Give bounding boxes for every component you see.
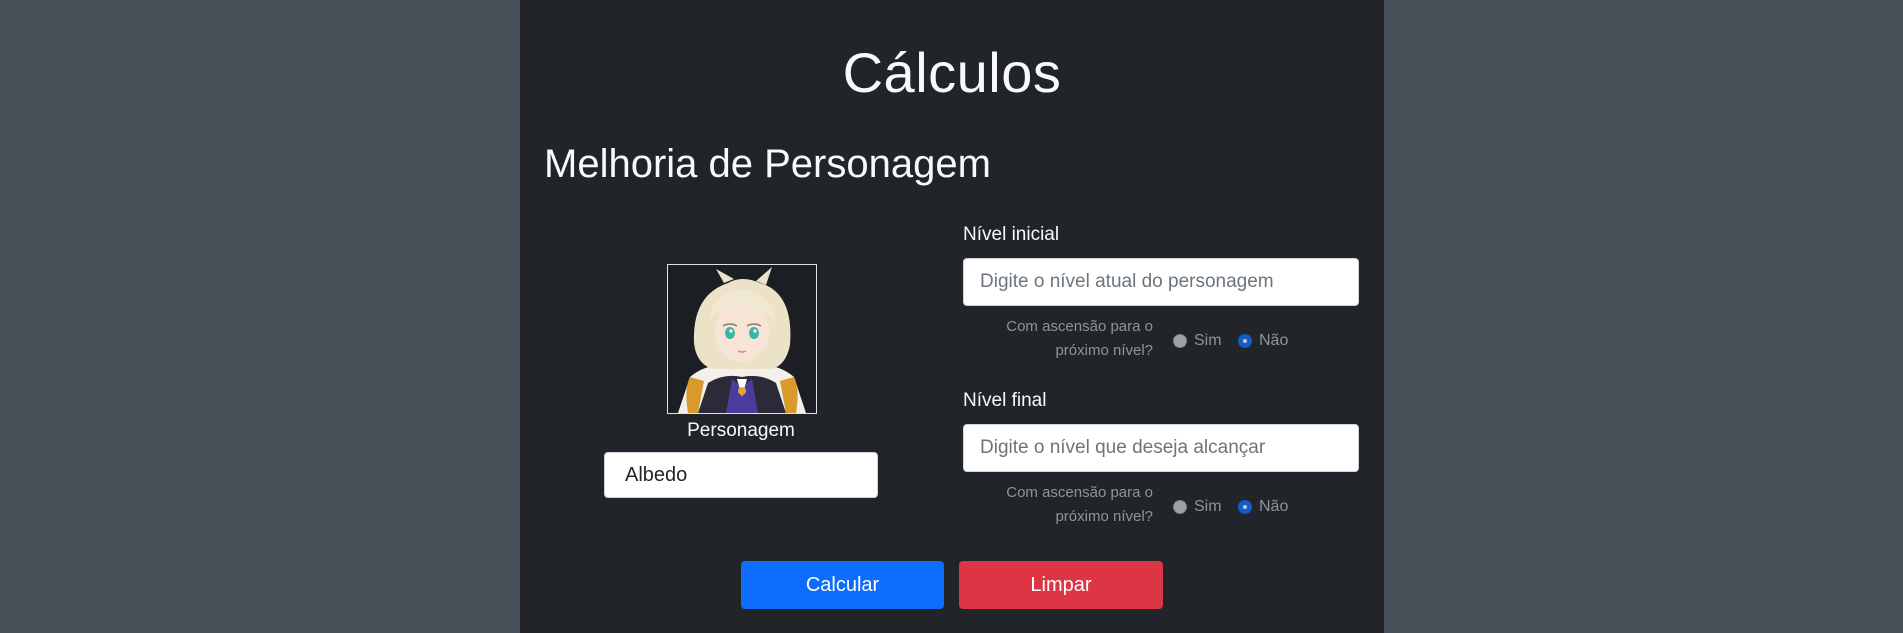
clear-button[interactable]: Limpar: [959, 561, 1163, 609]
radio-checked-icon: [1238, 500, 1252, 514]
initial-ascension-question-line2: próximo nível?: [1055, 342, 1153, 359]
initial-ascension-yes-label: Sim: [1194, 332, 1222, 349]
final-ascension-no-radio[interactable]: Não: [1238, 498, 1288, 516]
character-portrait: [667, 264, 817, 414]
initial-ascension-no-radio[interactable]: Não: [1238, 332, 1288, 350]
page-title: Cálculos: [842, 41, 1062, 104]
character-portrait-image: [668, 265, 816, 413]
character-label: Personagem: [687, 420, 795, 441]
final-ascension-question-line1: Com ascensão para o: [1006, 484, 1153, 501]
radio-checked-icon: [1238, 334, 1252, 348]
final-ascension-yes-radio[interactable]: Sim: [1173, 498, 1222, 516]
radio-unchecked-icon: [1173, 500, 1187, 514]
initial-ascension-question: Com ascensão para o próximo nível?: [983, 315, 1153, 363]
initial-ascension-question-line1: Com ascensão para o: [1006, 318, 1153, 335]
final-ascension-no-label: Não: [1259, 498, 1289, 515]
page-background: Cálculos Melhoria de Personagem Personag…: [0, 0, 1903, 633]
initial-ascension-yes-radio[interactable]: Sim: [1173, 332, 1222, 350]
final-ascension-question: Com ascensão para o próximo nível?: [983, 481, 1153, 529]
radio-unchecked-icon: [1173, 334, 1187, 348]
main-panel: Cálculos Melhoria de Personagem Personag…: [520, 0, 1384, 633]
final-level-input[interactable]: [963, 424, 1359, 472]
final-level-label: Nível final: [963, 390, 1047, 411]
initial-level-label: Nível inicial: [963, 224, 1060, 245]
final-ascension-yes-label: Sim: [1194, 498, 1222, 515]
calculate-button[interactable]: Calcular: [741, 561, 944, 609]
character-select[interactable]: [604, 452, 878, 498]
section-title: Melhoria de Personagem: [544, 142, 991, 186]
final-ascension-question-line2: próximo nível?: [1055, 508, 1153, 525]
initial-level-input[interactable]: [963, 258, 1359, 306]
initial-ascension-no-label: Não: [1259, 332, 1289, 349]
